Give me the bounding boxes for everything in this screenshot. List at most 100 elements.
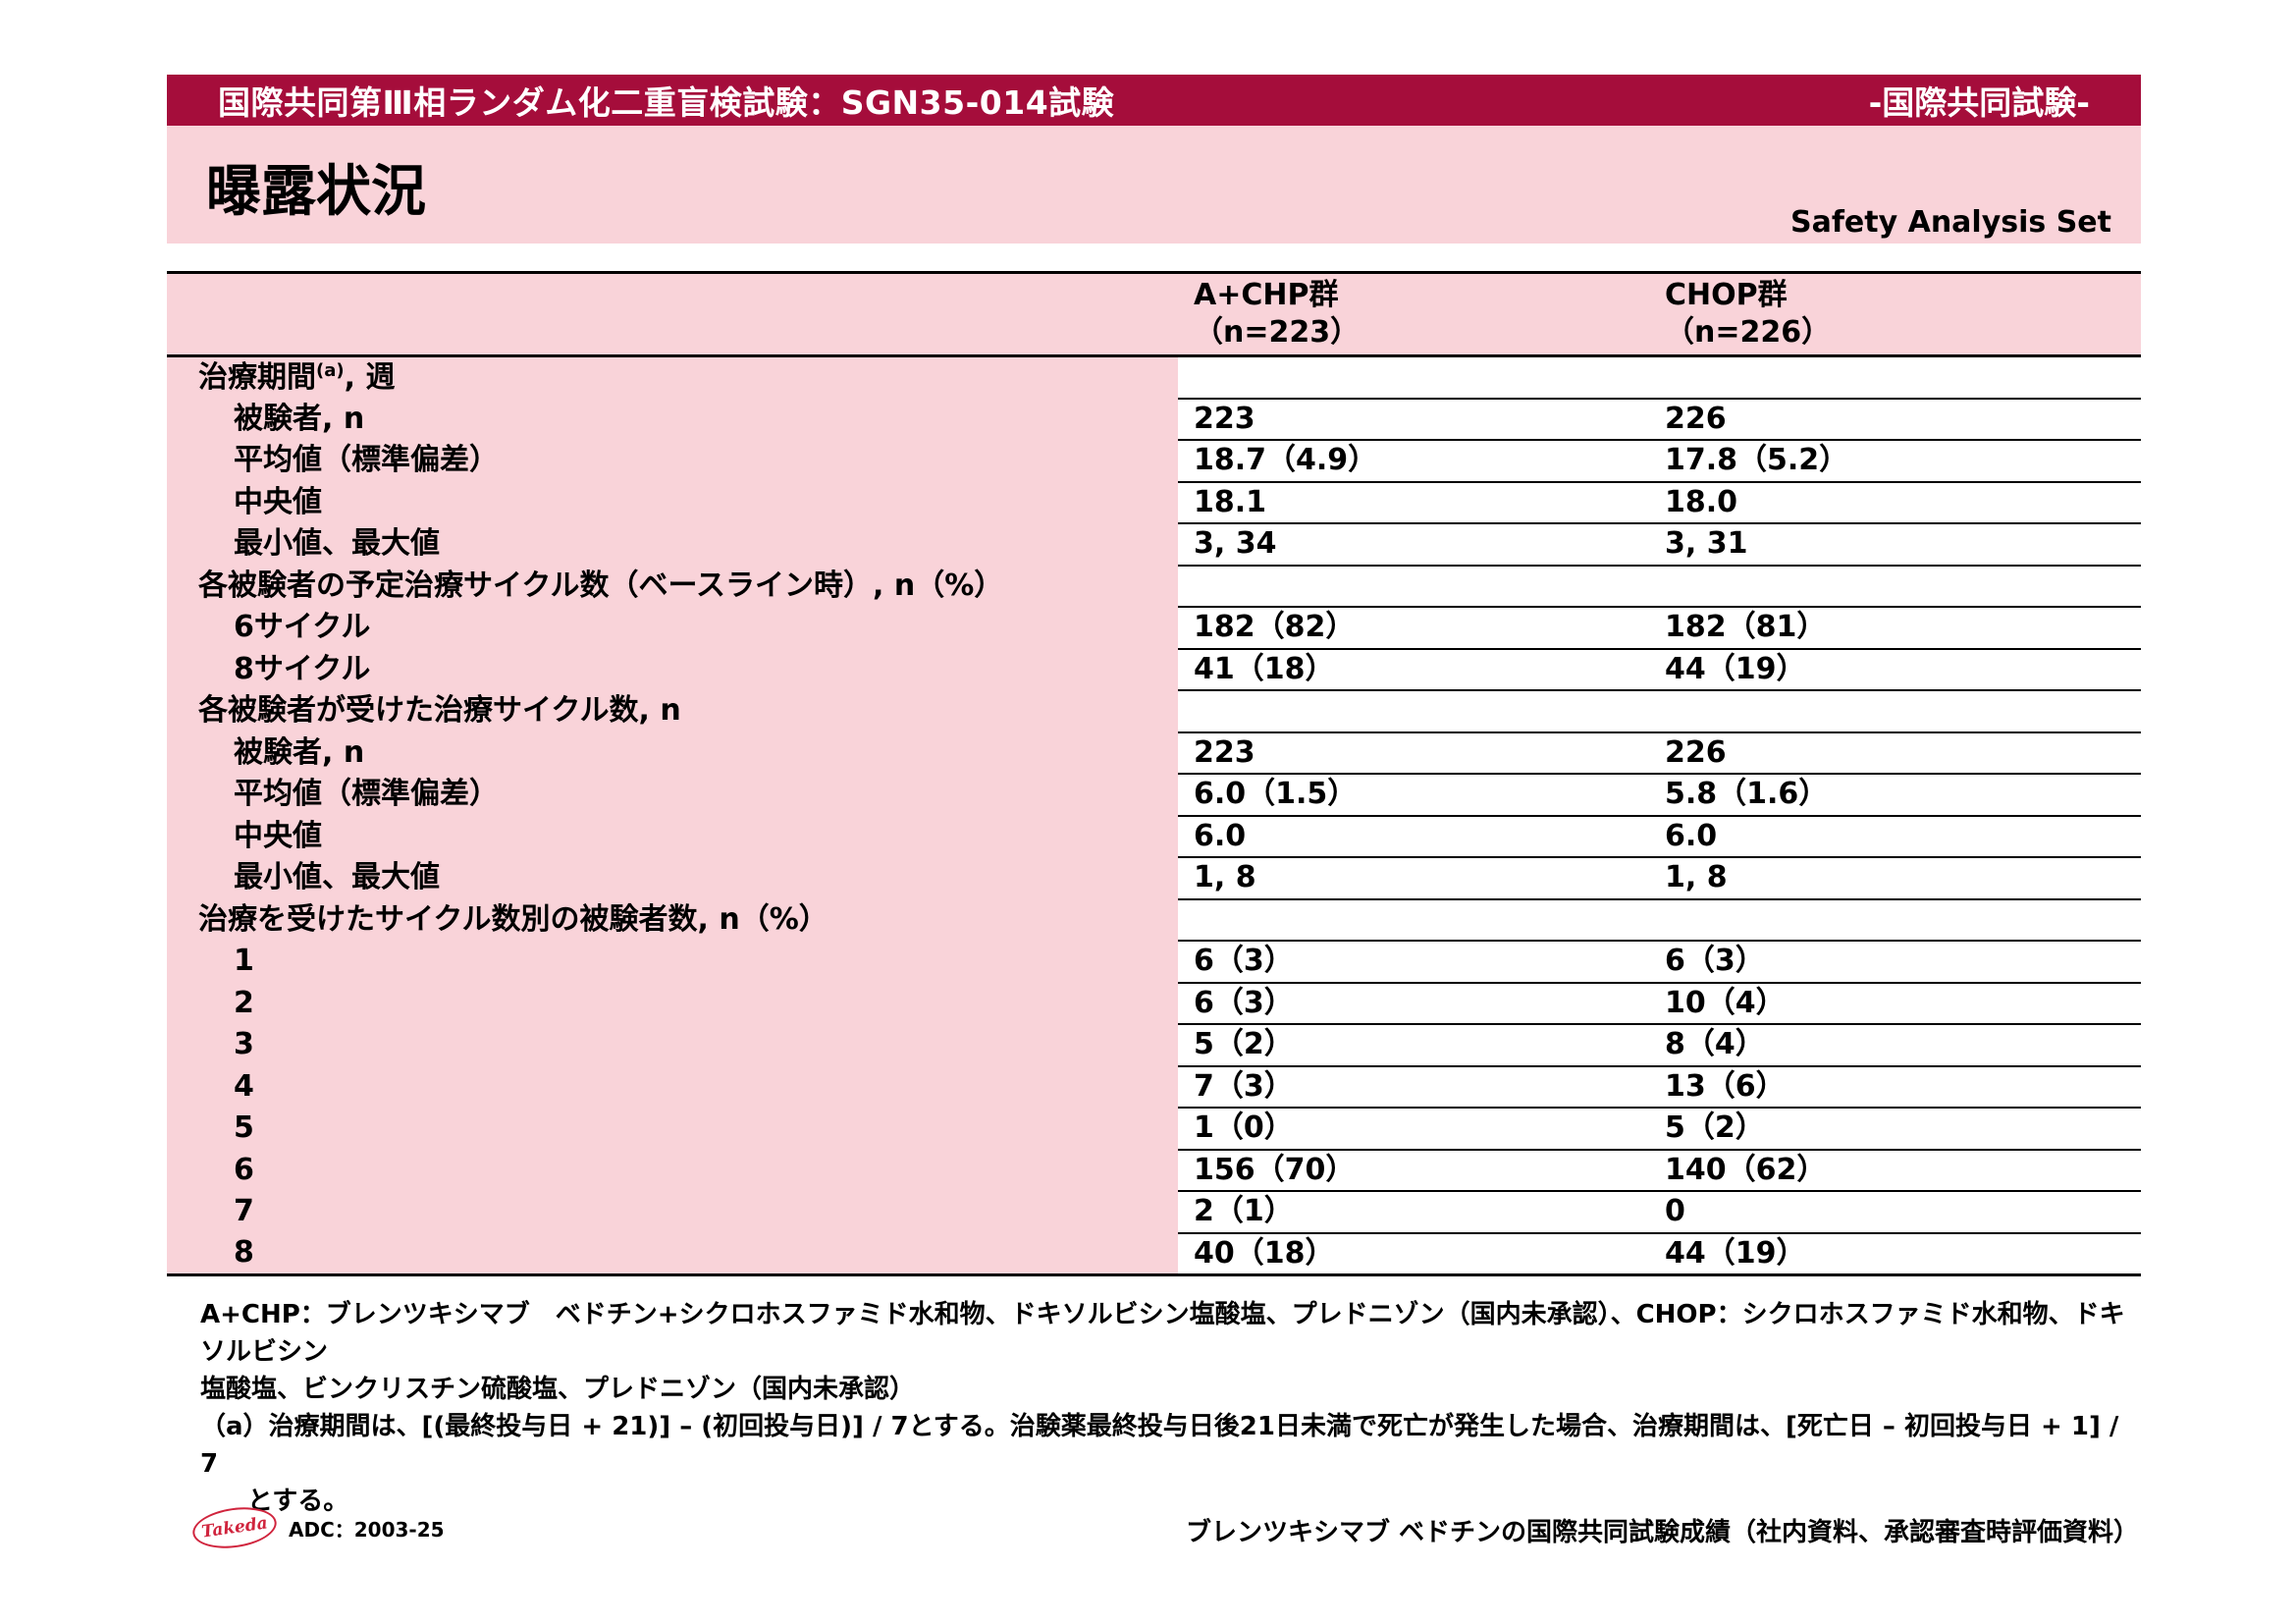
cell-chop: 6.0: [1649, 815, 2141, 858]
column-header-chop: CHOP群 （n=226）: [1649, 272, 2141, 357]
cell-a-chp: 18.1: [1178, 481, 1649, 524]
row-label-suffix: , 週: [344, 359, 396, 395]
cell-a-chp: 6（3）: [1178, 941, 1649, 984]
cell-a-chp: 223: [1178, 731, 1649, 775]
header-bar: 国際共同第Ⅲ相ランダム化二重盲検試験：SGN35-014試験 -国際共同試験-: [167, 75, 2141, 126]
row-label: 最小値、最大値: [167, 857, 1178, 899]
table-row: 6サイクル 182（82） 182（81）: [167, 607, 2141, 650]
table-row: 1 6（3） 6（3）: [167, 941, 2141, 984]
cell-chop: 44（19）: [1649, 1232, 2141, 1276]
logo-text: Takeda: [200, 1513, 269, 1543]
row-label: 最小値、最大値: [167, 523, 1178, 566]
cell-a-chp: 18.7（4.9）: [1178, 440, 1649, 483]
page-title: 曝露状況: [206, 160, 426, 224]
cell-chop: 1, 8: [1649, 857, 2141, 900]
table-row: 平均値（標準偏差） 6.0（1.5） 5.8（1.6）: [167, 774, 2141, 817]
cell-chop: [1649, 355, 2141, 400]
cell-chop: 18.0: [1649, 481, 2141, 524]
cell-chop: 226: [1649, 731, 2141, 775]
table-row: 治療期間(a), 週: [167, 355, 2141, 400]
table-header-row: A+CHP群 （n=223） CHOP群 （n=226）: [167, 272, 2141, 357]
cell-chop: 8（4）: [1649, 1024, 2141, 1067]
table-row: 中央値 18.1 18.0: [167, 481, 2141, 524]
table-row: 4 7（3） 13（6）: [167, 1065, 2141, 1109]
row-label: 治療を受けたサイクル数別の被験者数, n（%）: [167, 898, 1178, 941]
cell-chop: 140（62）: [1649, 1149, 2141, 1192]
column-header-a-chp: A+CHP群 （n=223）: [1178, 272, 1649, 357]
cell-a-chp: 1（0）: [1178, 1108, 1649, 1151]
takeda-logo: Takeda: [189, 1502, 280, 1553]
cell-a-chp: 2（1）: [1178, 1191, 1649, 1234]
table-row: 治療を受けたサイクル数別の被験者数, n（%）: [167, 898, 2141, 942]
table-row: 被験者, n 223 226: [167, 731, 2141, 775]
row-label-text: 治療期間: [198, 359, 316, 395]
cell-chop: 226: [1649, 398, 2141, 441]
cell-a-chp: 6.0: [1178, 815, 1649, 858]
row-label: 各被験者が受けた治療サイクル数, n: [167, 690, 1178, 732]
row-label: 被験者, n: [167, 398, 1178, 440]
title-area: 曝露状況 Safety Analysis Set: [167, 126, 2141, 244]
cell-a-chp: 1, 8: [1178, 857, 1649, 900]
cell-a-chp: [1178, 690, 1649, 733]
table-row: 7 2（1） 0: [167, 1191, 2141, 1234]
column-header-a-chp-name: A+CHP群: [1194, 278, 1339, 312]
cell-a-chp: 223: [1178, 398, 1649, 441]
table-row: 中央値 6.0 6.0: [167, 815, 2141, 858]
cell-a-chp: 6.0（1.5）: [1178, 774, 1649, 817]
column-header-a-chp-n: （n=223）: [1194, 315, 1361, 350]
cell-a-chp: [1178, 355, 1649, 400]
table-row: 8 40（18） 44（19）: [167, 1232, 2141, 1276]
source-note: ブレンツキシマブ ベドチンの国際共同試験成績（社内資料、承認審査時評価資料）: [1185, 1518, 2139, 1547]
row-label: 各被験者の予定治療サイクル数（ベースライン時）, n（%）: [167, 565, 1178, 607]
cell-a-chp: 40（18）: [1178, 1232, 1649, 1276]
row-label: 8: [167, 1232, 1178, 1276]
cell-chop: [1649, 565, 2141, 608]
column-header-chop-name: CHOP群: [1665, 278, 1788, 312]
exposure-table: A+CHP群 （n=223） CHOP群 （n=226） 治療期間(a), 週 …: [167, 271, 2141, 1276]
row-label: 平均値（標準偏差）: [167, 440, 1178, 482]
table-row: 被験者, n 223 226: [167, 398, 2141, 441]
cell-chop: 44（19）: [1649, 648, 2141, 691]
cell-a-chp: [1178, 565, 1649, 608]
table-row: 最小値、最大値 1, 8 1, 8: [167, 857, 2141, 900]
cell-chop: 5.8（1.6）: [1649, 774, 2141, 817]
row-label: 1: [167, 941, 1178, 983]
cell-a-chp: 6（3）: [1178, 982, 1649, 1025]
analysis-set-label: Safety Analysis Set: [1790, 205, 2111, 240]
header-title: 国際共同第Ⅲ相ランダム化二重盲検試験：SGN35-014試験: [218, 83, 1115, 122]
table-row: 5 1（0） 5（2）: [167, 1108, 2141, 1151]
cell-a-chp: 5（2）: [1178, 1024, 1649, 1067]
row-label: 6: [167, 1149, 1178, 1191]
cell-chop: 10（4）: [1649, 982, 2141, 1025]
row-label: 中央値: [167, 481, 1178, 523]
header-tag: -国際共同試験-: [1868, 83, 2090, 122]
header-empty-cell: [167, 272, 1178, 357]
row-label: 4: [167, 1065, 1178, 1108]
cell-chop: 5（2）: [1649, 1108, 2141, 1151]
table-row: 8サイクル 41（18） 44（19）: [167, 648, 2141, 691]
footnote-abbrev-1: A+CHP：ブレンツキシマブ ベドチン+シクロホスファミド水和物、ドキソルビシン…: [200, 1300, 2125, 1367]
table-row: 各被験者が受けた治療サイクル数, n: [167, 690, 2141, 733]
row-label: 平均値（標準偏差）: [167, 774, 1178, 816]
cell-chop: [1649, 898, 2141, 942]
cell-a-chp: 3, 34: [1178, 523, 1649, 567]
cell-a-chp: [1178, 898, 1649, 942]
cell-chop: 3, 31: [1649, 523, 2141, 567]
table-row: 各被験者の予定治療サイクル数（ベースライン時）, n（%）: [167, 565, 2141, 608]
row-label: 2: [167, 982, 1178, 1024]
cell-chop: [1649, 690, 2141, 733]
row-label: 8サイクル: [167, 648, 1178, 690]
table-row: 2 6（3） 10（4）: [167, 982, 2141, 1025]
row-label: 5: [167, 1108, 1178, 1150]
table-row: 平均値（標準偏差） 18.7（4.9） 17.8（5.2）: [167, 440, 2141, 483]
cell-chop: 182（81）: [1649, 607, 2141, 650]
cell-chop: 0: [1649, 1191, 2141, 1234]
cell-a-chp: 7（3）: [1178, 1065, 1649, 1109]
row-label: 治療期間(a), 週: [167, 355, 1178, 399]
footnote-a: （a）治療期間は、[(最終投与日 + 21)] – (初回投与日)] / 7とす…: [200, 1412, 2119, 1479]
row-label: 中央値: [167, 815, 1178, 857]
footer-left: Takeda ADC：2003-25: [189, 1502, 445, 1553]
column-header-chop-n: （n=226）: [1665, 315, 1832, 350]
footnote-abbrev-2: 塩酸塩、ビンクリスチン硫酸塩、プレドニゾン（国内未承認）: [200, 1375, 916, 1404]
cell-a-chp: 182（82）: [1178, 607, 1649, 650]
